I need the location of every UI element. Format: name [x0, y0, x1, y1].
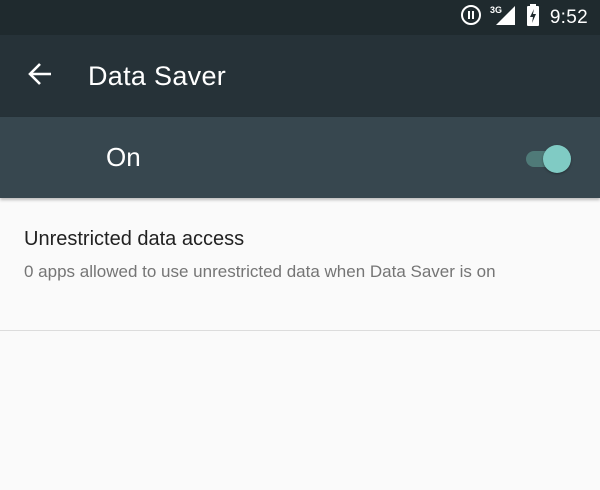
unrestricted-data-access-item[interactable]: Unrestricted data access 0 apps allowed …: [0, 200, 600, 330]
master-switch-bar[interactable]: On: [0, 117, 600, 198]
switch-label: On: [106, 142, 141, 172]
pref-title: Unrestricted data access: [24, 228, 245, 250]
status-bar: 3G 9:52: [0, 0, 600, 35]
status-icons: 3G 9:52: [460, 0, 588, 35]
data-saver-toggle[interactable]: [524, 144, 574, 173]
app-bar: Data Saver: [0, 35, 600, 117]
data-saver-icon: [460, 4, 482, 31]
back-button[interactable]: [14, 52, 66, 100]
arrow-back-icon: [27, 61, 53, 92]
page-title: Data Saver: [88, 61, 227, 91]
signal-3g-icon: 3G: [490, 3, 516, 32]
divider: [0, 330, 600, 331]
pref-summary: 0 apps allowed to use unrestricted data …: [24, 262, 496, 281]
toggle-thumb: [543, 145, 571, 173]
battery-charging-icon: [526, 3, 540, 32]
status-time: 9:52: [549, 6, 588, 28]
network-type-label: 3G: [490, 5, 502, 15]
